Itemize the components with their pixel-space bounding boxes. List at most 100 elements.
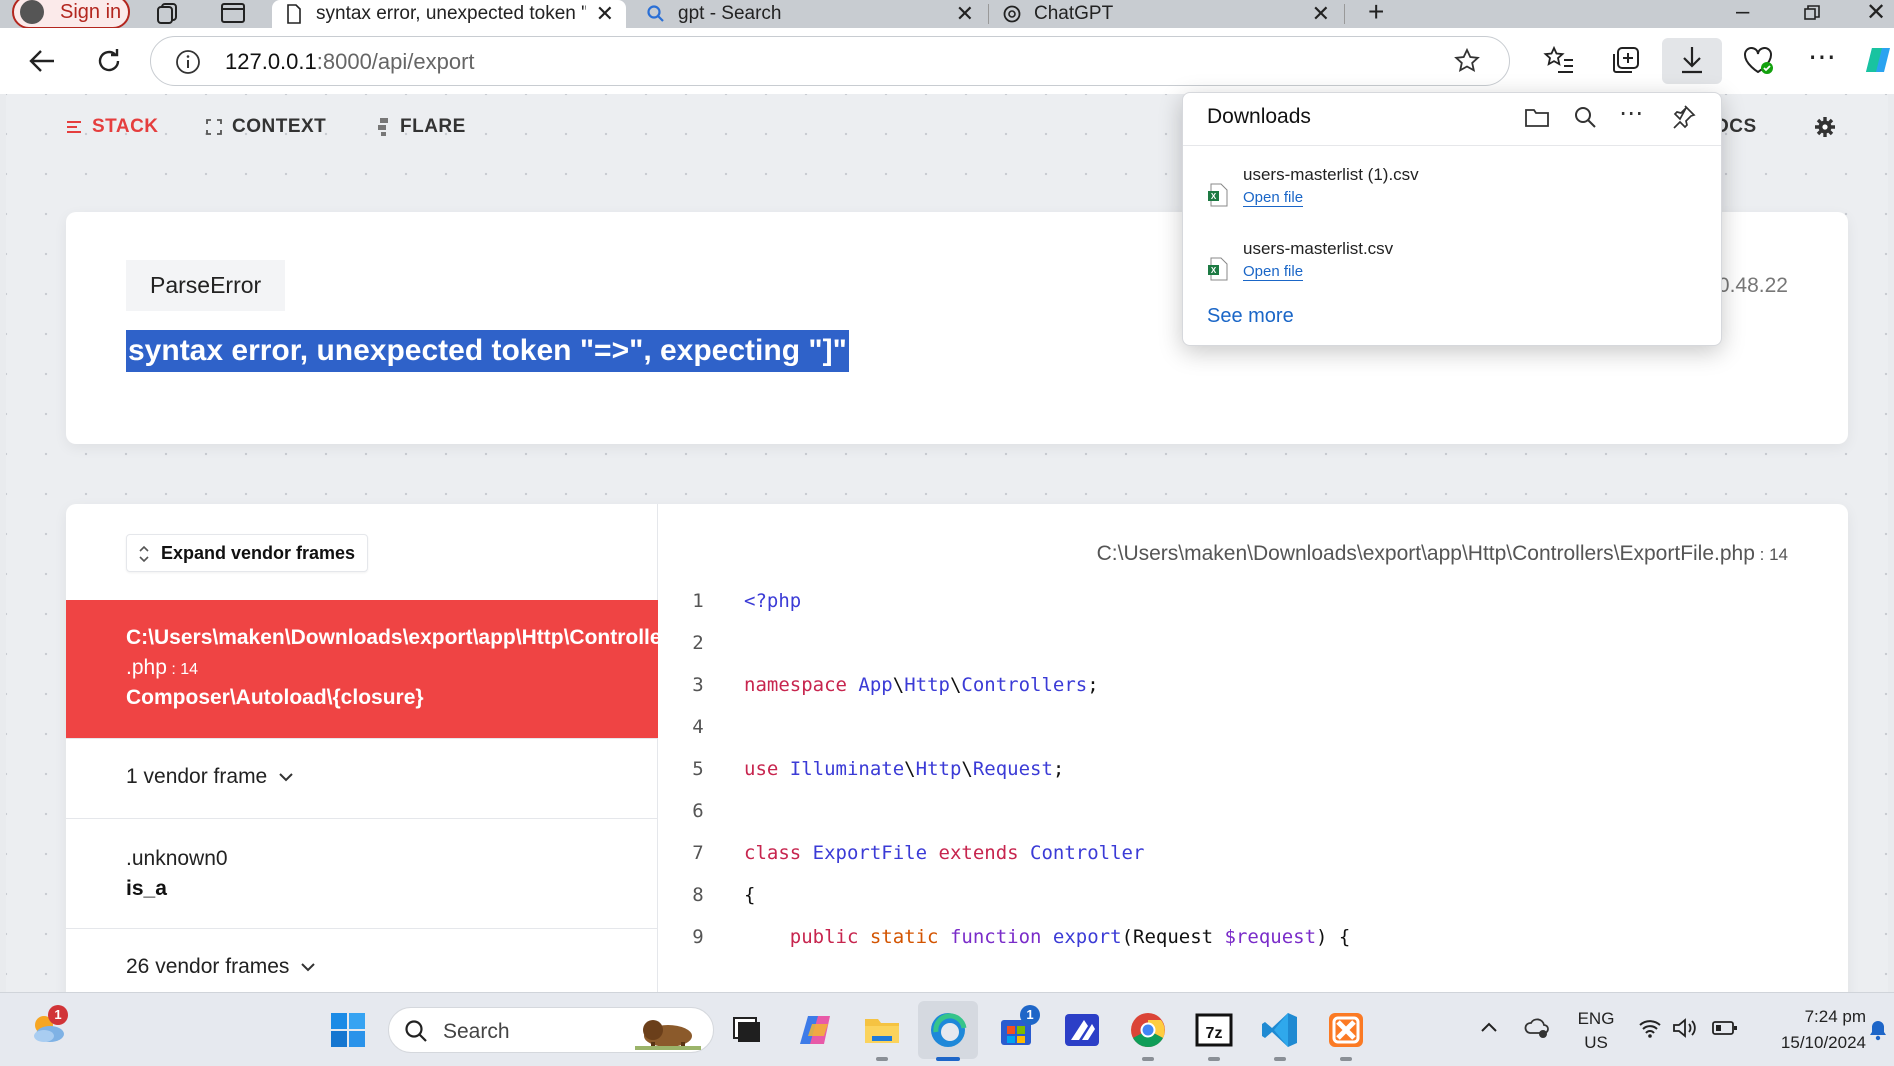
url-text[interactable]: 127.0.0.1:8000/api/export — [225, 49, 475, 75]
favorite-star-icon[interactable] — [1453, 47, 1481, 75]
frame-line-number: 14 — [180, 661, 199, 678]
address-bar[interactable]: 127.0.0.1:8000/api/export — [150, 36, 1510, 86]
chrome-icon[interactable] — [1128, 1010, 1168, 1050]
download-item[interactable]: X users-masterlist (1).csv Open file — [1207, 165, 1687, 225]
restore-icon[interactable] — [1804, 5, 1820, 21]
tab-title: syntax error, unexpected token "= — [316, 3, 586, 24]
onedrive-icon[interactable] — [1524, 1015, 1550, 1039]
site-info-icon[interactable] — [175, 49, 201, 75]
nav-stack[interactable]: STACK — [66, 116, 159, 138]
task-view-icon[interactable] — [728, 1010, 768, 1050]
code-line: 8{ — [658, 874, 755, 916]
downloads-more-icon[interactable]: ⋯ — [1619, 99, 1643, 128]
edge-icon[interactable] — [928, 1010, 968, 1050]
code-file-header: C:\Users\maken\Downloads\export\app\Http… — [1097, 542, 1788, 566]
xampp-icon[interactable] — [1326, 1010, 1366, 1050]
wifi-icon[interactable] — [1638, 1017, 1662, 1039]
close-window-icon[interactable]: ✕ — [1866, 0, 1886, 27]
vscode-icon[interactable] — [1260, 1010, 1300, 1050]
downloads-panel: Downloads ⋯ X users-masterlist (1).csv O… — [1182, 92, 1722, 346]
download-icon[interactable] — [1674, 42, 1710, 78]
flare-icon — [378, 118, 388, 136]
code-text: <?php — [744, 590, 802, 612]
nav-context[interactable]: CONTEXT — [206, 116, 326, 138]
nav-flare[interactable]: FLARE — [376, 116, 466, 138]
line-number: 5 — [692, 758, 704, 780]
tab-gpt-search[interactable]: gpt - Search ✕ — [634, 0, 986, 28]
chevron-down-icon — [301, 963, 316, 972]
language-top[interactable]: ENG — [1576, 1009, 1616, 1029]
battery-icon[interactable] — [1712, 1019, 1738, 1037]
start-icon[interactable] — [328, 1010, 368, 1050]
expand-vendor-frames-button[interactable]: Expand vendor frames — [126, 534, 369, 572]
search-icon — [647, 5, 664, 22]
svg-text:7z: 7z — [1206, 1025, 1223, 1042]
code-file-ext: .php — [1714, 542, 1755, 565]
stack-card: Expand vendor frames C:\Users\maken\Down… — [66, 504, 1848, 992]
7zip-icon[interactable]: 7z — [1194, 1010, 1234, 1050]
taskbar-search-label: Search — [443, 1020, 510, 1043]
frame-line-separator: : — [166, 661, 181, 678]
back-icon[interactable] — [26, 44, 60, 78]
open-folder-icon[interactable] — [1523, 103, 1551, 131]
copilot-app-icon[interactable] — [796, 1010, 836, 1050]
expand-chevrons-icon — [139, 545, 149, 563]
show-hidden-icons-chevron-up-icon[interactable] — [1480, 1021, 1498, 1033]
notification-bell-icon[interactable] — [1868, 1019, 1888, 1041]
line-number: 9 — [692, 926, 704, 948]
tab-divider — [988, 4, 989, 24]
volume-icon[interactable] — [1672, 1017, 1698, 1039]
tab-syntax-error[interactable]: syntax error, unexpected token "= ✕ — [272, 0, 626, 28]
workspaces-icon[interactable] — [156, 2, 182, 24]
taskbar-search[interactable]: Search — [388, 1007, 714, 1053]
search-downloads-icon[interactable] — [1571, 103, 1599, 131]
page-icon — [287, 4, 301, 24]
more-options-icon[interactable]: ⋯ — [1808, 40, 1836, 73]
minimize-icon[interactable]: – — [1736, 0, 1749, 26]
open-file-link[interactable]: Open file — [1243, 263, 1304, 281]
vendor-frame-toggle[interactable]: 1 vendor frame — [126, 765, 293, 789]
code-line: 1 <?php — [658, 580, 801, 622]
collections-icon[interactable] — [1608, 42, 1644, 78]
vendor-frame-group[interactable]: 1 vendor frame — [66, 738, 658, 818]
file-explorer-icon[interactable] — [862, 1010, 902, 1050]
settings-gear-icon[interactable] — [1814, 116, 1836, 138]
tab-actions-icon[interactable] — [220, 2, 246, 24]
frame-item[interactable]: .unknown0 is_a — [66, 818, 658, 928]
pin-icon[interactable] — [1669, 103, 1697, 131]
close-icon[interactable]: ✕ — [596, 1, 614, 27]
code-line: 7 class ExportFile extends Controller — [658, 832, 1144, 874]
close-icon[interactable]: ✕ — [956, 1, 974, 27]
download-item[interactable]: X users-masterlist.csv Open file — [1207, 239, 1687, 299]
favorites-icon[interactable] — [1540, 42, 1576, 78]
tab-title: gpt - Search — [678, 3, 782, 24]
code-line: 9 public static function export(Request … — [658, 916, 1350, 958]
code-text: class ExportFile extends Controller — [744, 842, 1145, 864]
downloads-divider — [1183, 145, 1721, 146]
see-more-link[interactable]: See more — [1207, 305, 1294, 328]
nav-flare-label: FLARE — [400, 116, 466, 137]
clock-time[interactable]: 7:24 pm — [1746, 1007, 1866, 1027]
clock-date[interactable]: 15/10/2024 — [1746, 1033, 1866, 1053]
copilot-icon[interactable] — [1864, 42, 1894, 78]
exception-message[interactable]: syntax error, unexpected token "=>", exp… — [126, 330, 849, 372]
affinity-app-icon[interactable] — [1062, 1010, 1102, 1050]
tab-strip: Sign in syntax error, unexpected token "… — [0, 0, 1894, 29]
browser-essentials-icon[interactable] — [1740, 42, 1776, 78]
sign-in-button[interactable]: Sign in — [12, 0, 130, 29]
refresh-icon[interactable] — [92, 44, 126, 78]
new-tab-button[interactable]: + — [1368, 0, 1384, 28]
profile-icon — [20, 0, 44, 24]
store-badge: 1 — [1020, 1005, 1040, 1025]
language-bottom[interactable]: US — [1576, 1033, 1616, 1053]
vendor-frame-toggle[interactable]: 26 vendor frames — [126, 955, 316, 979]
active-frame[interactable]: C:\Users\maken\Downloads\export\app\Http… — [66, 600, 658, 738]
code-text: public static function export(Request $r… — [789, 926, 1351, 948]
vendor-frame-group[interactable]: 26 vendor frames — [66, 928, 658, 992]
tab-chatgpt[interactable]: ChatGPT ✕ — [990, 0, 1342, 28]
open-file-link[interactable]: Open file — [1243, 189, 1304, 207]
sign-in-label: Sign in — [60, 0, 122, 23]
vendor-frame-label: 26 vendor frames — [126, 955, 290, 978]
close-icon[interactable]: ✕ — [1312, 1, 1330, 27]
frame-method: is_a — [126, 877, 167, 900]
